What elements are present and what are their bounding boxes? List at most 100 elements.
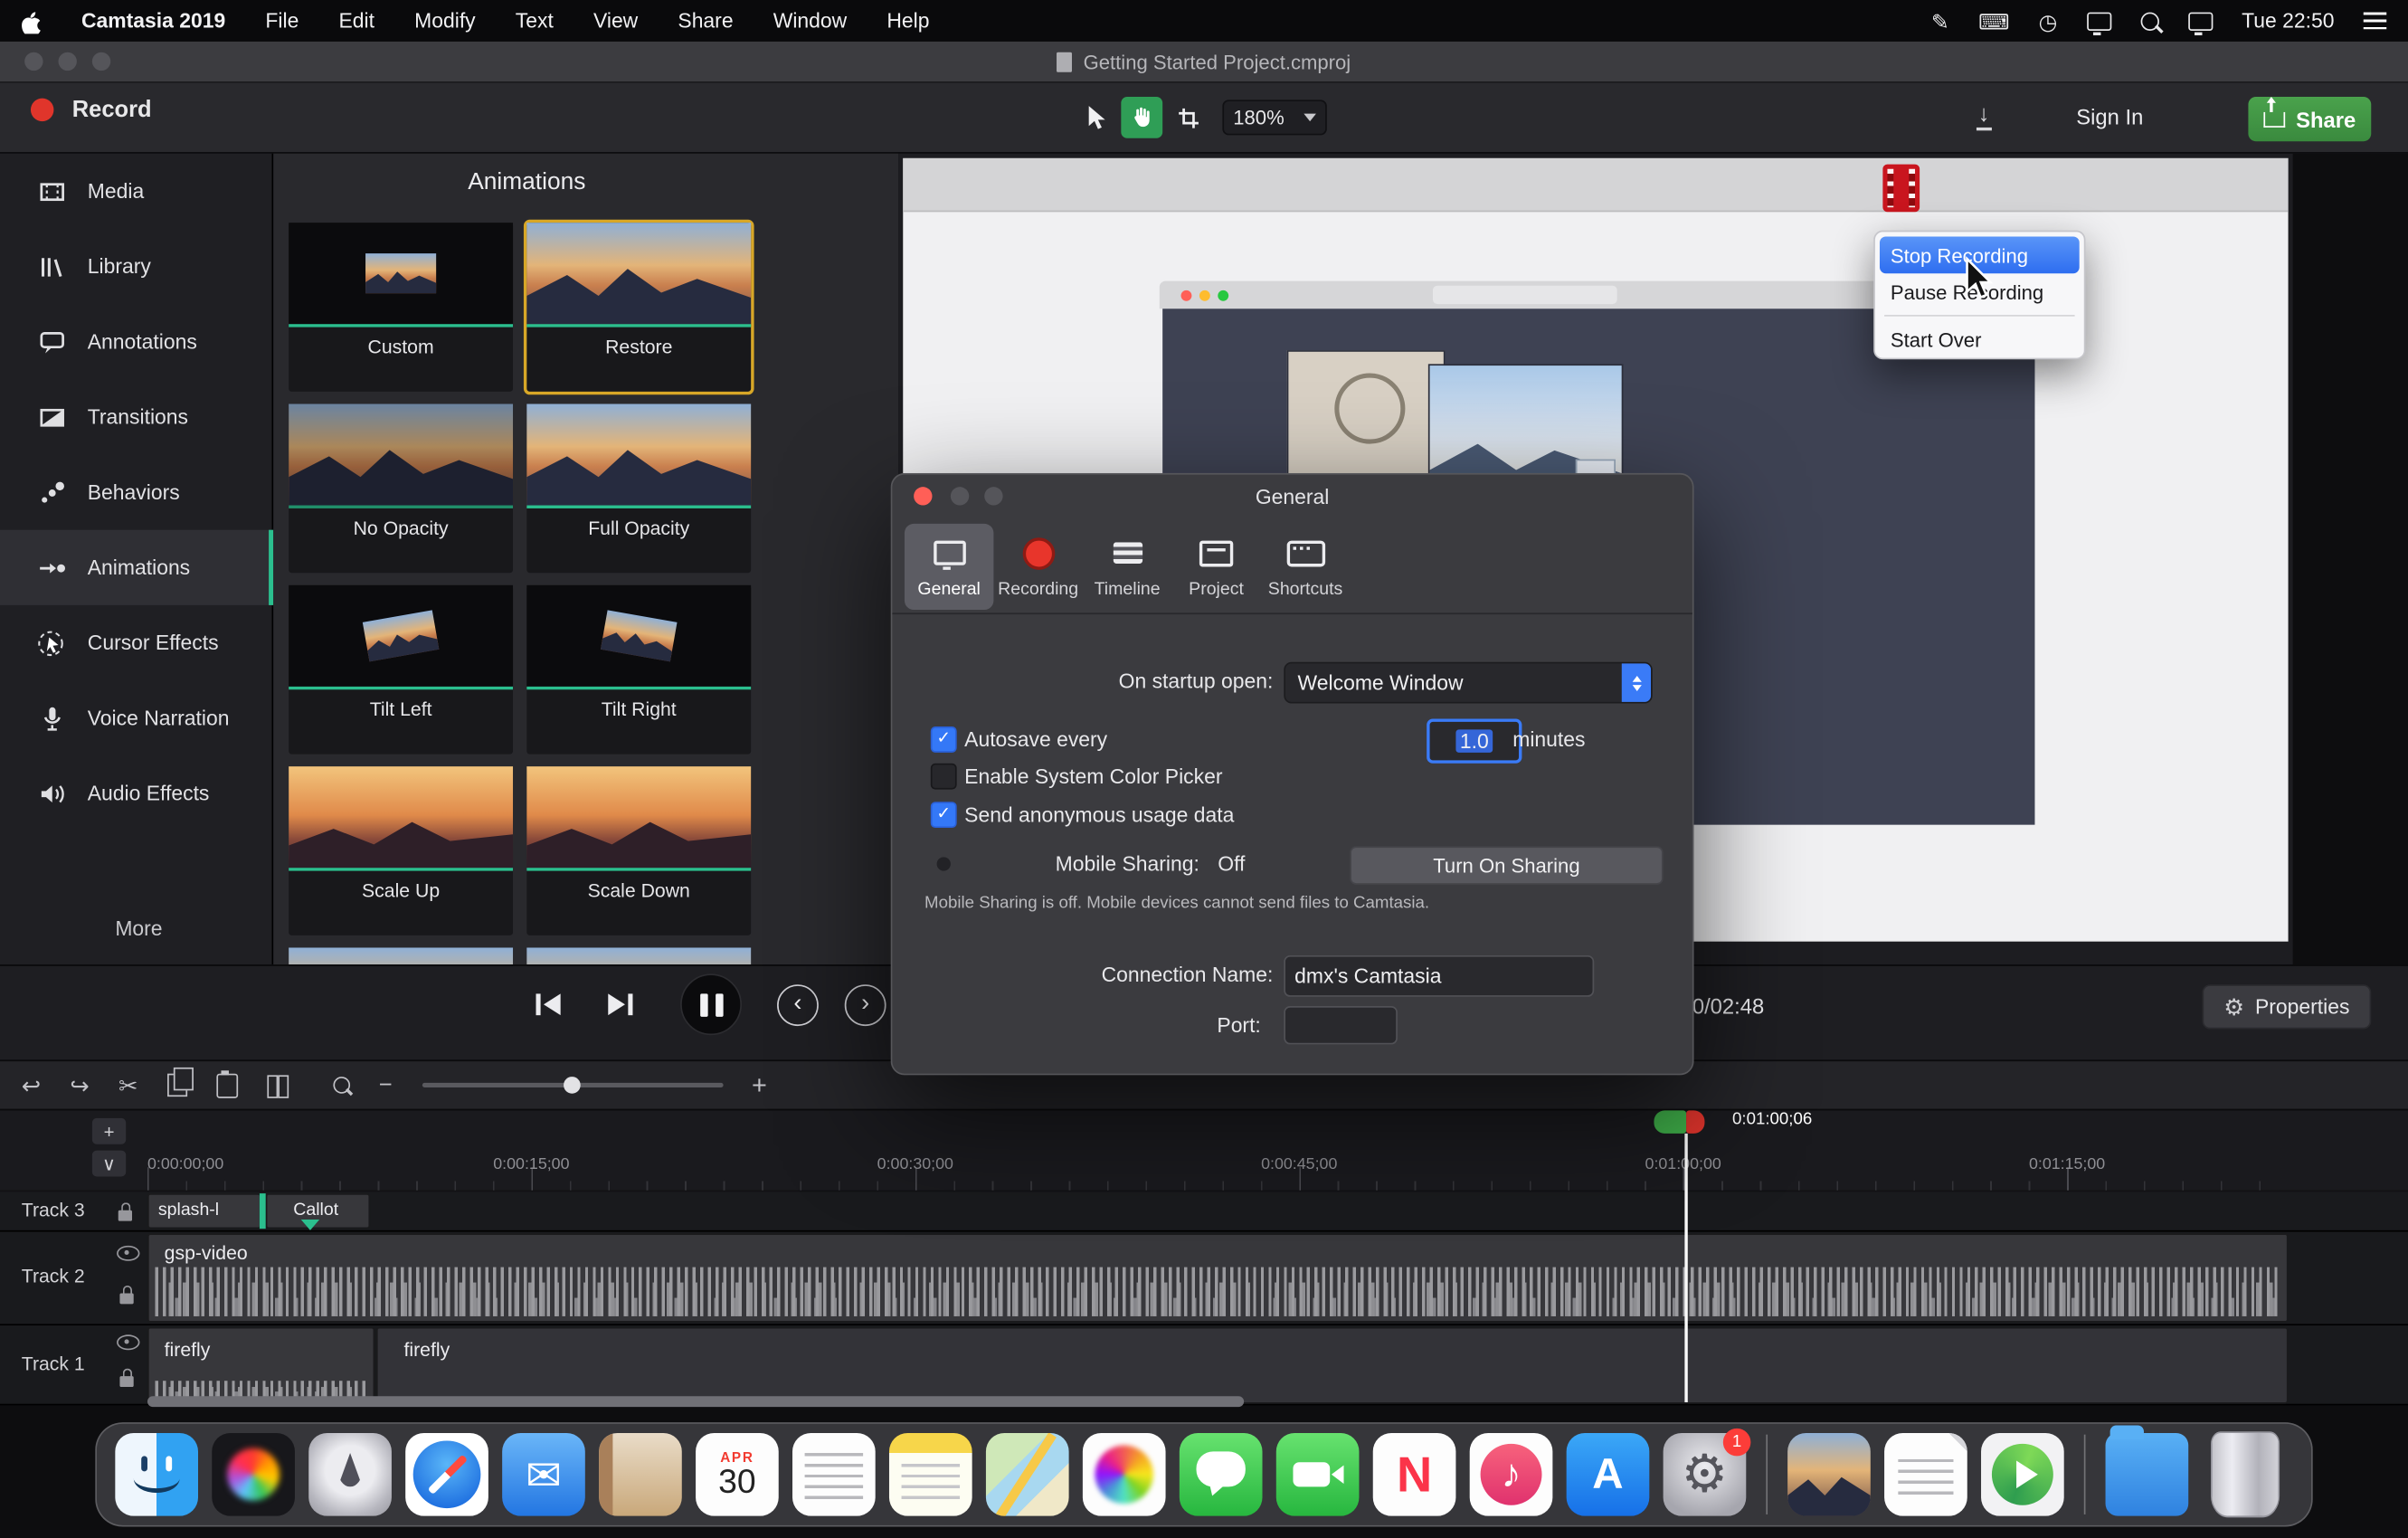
menu-help[interactable]: Help bbox=[886, 9, 929, 32]
prefs-tab-shortcuts[interactable]: Shortcuts bbox=[1261, 524, 1350, 610]
animation-card-restore[interactable]: Restore bbox=[526, 223, 751, 392]
keyboard-status-icon[interactable]: ⌨ bbox=[1978, 10, 2009, 32]
displays-status-icon[interactable] bbox=[2087, 12, 2111, 30]
eye-icon[interactable] bbox=[117, 1334, 139, 1350]
dock-calendar-icon[interactable]: APR 30 bbox=[696, 1433, 779, 1516]
eye-icon[interactable] bbox=[117, 1246, 139, 1261]
dock-document-file-icon[interactable] bbox=[1884, 1433, 1967, 1516]
dock-messages-icon[interactable] bbox=[1180, 1433, 1263, 1516]
download-button[interactable]: ↓ bbox=[1977, 101, 1991, 129]
apple-menu-icon[interactable] bbox=[22, 8, 42, 33]
dock-image-file-icon[interactable] bbox=[1787, 1433, 1871, 1516]
animation-card-scale-up[interactable]: Scale Up bbox=[289, 766, 513, 935]
animation-card-custom[interactable]: Custom bbox=[289, 223, 513, 392]
clip-splash[interactable]: splash-l bbox=[147, 1193, 261, 1229]
time-machine-status-icon[interactable]: ◷ bbox=[2039, 10, 2058, 32]
step-forward-button[interactable] bbox=[608, 993, 632, 1015]
callout-marker-icon[interactable] bbox=[301, 1220, 319, 1230]
sign-in-button[interactable]: Sign In bbox=[2076, 104, 2143, 128]
clip-trim-handle[interactable] bbox=[260, 1193, 266, 1229]
turn-on-sharing-button[interactable]: Turn On Sharing bbox=[1350, 846, 1663, 884]
animation-card-no-opacity[interactable]: No Opacity bbox=[289, 403, 513, 573]
dock-contacts-icon[interactable] bbox=[599, 1433, 682, 1516]
animation-card-partial[interactable] bbox=[289, 947, 513, 964]
menu-share[interactable]: Share bbox=[678, 9, 733, 32]
autosave-minutes-field[interactable]: 1.0 bbox=[1427, 719, 1522, 764]
step-back-button[interactable] bbox=[536, 993, 560, 1015]
sidebar-item-annotations[interactable]: Annotations bbox=[0, 304, 273, 379]
sidebar-item-animations[interactable]: Animations bbox=[0, 530, 273, 605]
record-button[interactable]: Record bbox=[31, 97, 152, 123]
port-field[interactable] bbox=[1284, 1006, 1398, 1044]
sidebar-item-media[interactable]: Media bbox=[0, 154, 273, 229]
zoom-out-button[interactable]: − bbox=[379, 1072, 393, 1098]
next-clip-button[interactable]: › bbox=[845, 984, 886, 1026]
menu-modify[interactable]: Modify bbox=[414, 9, 476, 32]
menu-view[interactable]: View bbox=[593, 9, 638, 32]
lock-icon[interactable] bbox=[119, 1293, 133, 1304]
paste-button[interactable] bbox=[216, 1073, 238, 1097]
sidecar-status-icon[interactable] bbox=[2188, 12, 2213, 30]
clip-firefly-1[interactable]: firefly bbox=[147, 1327, 374, 1404]
dock-app-store-icon[interactable] bbox=[1567, 1433, 1650, 1516]
properties-button[interactable]: ⚙ Properties bbox=[2203, 984, 2372, 1029]
canvas-zoom-select[interactable]: 180% bbox=[1222, 100, 1326, 135]
lock-icon[interactable] bbox=[119, 1376, 133, 1387]
menu-window[interactable]: Window bbox=[773, 9, 848, 32]
cut-button[interactable]: ✂ bbox=[119, 1071, 137, 1099]
timeline-horizontal-scrollbar[interactable] bbox=[147, 1396, 1244, 1407]
lock-icon[interactable] bbox=[119, 1210, 132, 1221]
timeline-zoom-slider[interactable] bbox=[422, 1083, 723, 1087]
copy-button[interactable] bbox=[167, 1074, 187, 1097]
dock-music-icon[interactable] bbox=[1470, 1433, 1553, 1516]
sidebar-item-cursor-effects[interactable]: Cursor Effects bbox=[0, 605, 273, 680]
add-track-button[interactable]: + bbox=[92, 1118, 126, 1144]
menu-bar-clock[interactable]: Tue 22:50 bbox=[2242, 9, 2334, 32]
dock-news-icon[interactable] bbox=[1373, 1433, 1456, 1516]
slider-handle[interactable] bbox=[563, 1076, 580, 1093]
connection-name-field[interactable]: dmx's Camtasia bbox=[1284, 955, 1594, 997]
dock-mail-icon[interactable]: ✉ bbox=[502, 1433, 585, 1516]
animation-card-scale-down[interactable]: Scale Down bbox=[526, 766, 751, 935]
dock-downloads-folder-icon[interactable] bbox=[2106, 1433, 2189, 1516]
prefs-tab-general[interactable]: General bbox=[905, 524, 993, 610]
sidebar-item-library[interactable]: Library bbox=[0, 229, 273, 304]
animation-card-tilt-left[interactable]: Tilt Left bbox=[289, 585, 513, 755]
notification-center-icon[interactable] bbox=[2364, 13, 2386, 30]
crop-tool[interactable] bbox=[1167, 97, 1209, 138]
dock-safari-icon[interactable] bbox=[405, 1433, 488, 1516]
menu-edit[interactable]: Edit bbox=[339, 9, 374, 32]
sidebar-more-button[interactable]: More bbox=[115, 917, 162, 940]
dock-siri-icon[interactable] bbox=[212, 1433, 295, 1516]
pen-status-icon[interactable]: ✎ bbox=[1931, 10, 1949, 32]
pause-button[interactable] bbox=[680, 973, 742, 1035]
dock-photos-icon[interactable] bbox=[1083, 1433, 1166, 1516]
prefs-tab-project[interactable]: Project bbox=[1171, 524, 1260, 610]
dock-finder-icon[interactable] bbox=[115, 1433, 198, 1516]
usage-data-checkbox[interactable] bbox=[931, 802, 957, 828]
menu-item-start-over[interactable]: Start Over bbox=[1875, 321, 2084, 358]
zoom-in-button[interactable]: + bbox=[752, 1069, 767, 1100]
edit-cursor-tool[interactable] bbox=[1075, 97, 1116, 138]
animation-card-full-opacity[interactable]: Full Opacity bbox=[526, 403, 751, 573]
pan-hand-tool[interactable] bbox=[1121, 97, 1162, 138]
undo-button[interactable]: ↩ bbox=[22, 1071, 41, 1099]
dock-facetime-icon[interactable] bbox=[1276, 1433, 1360, 1516]
timeline-ruler[interactable]: + ∨ 0:00:00;00 0:00:15;00 0:00:30;00 0:0… bbox=[0, 1109, 2408, 1191]
startup-open-dropdown[interactable]: Welcome Window bbox=[1284, 662, 1652, 704]
spotlight-search-icon[interactable] bbox=[2140, 12, 2158, 30]
clip-firefly-2[interactable]: firefly bbox=[376, 1327, 2289, 1404]
dock-notes-icon[interactable] bbox=[889, 1433, 972, 1516]
animation-card-tilt-right[interactable]: Tilt Right bbox=[526, 585, 751, 755]
autosave-checkbox[interactable] bbox=[931, 726, 957, 753]
playhead-in-handle[interactable] bbox=[1654, 1110, 1686, 1133]
dock-system-preferences-icon[interactable]: 1 bbox=[1664, 1433, 1747, 1516]
split-button[interactable] bbox=[267, 1075, 289, 1095]
previous-clip-button[interactable]: ‹ bbox=[777, 984, 819, 1026]
sidebar-item-transitions[interactable]: Transitions bbox=[0, 379, 273, 454]
sidebar-item-behaviors[interactable]: Behaviors bbox=[0, 455, 273, 530]
prefs-tab-recording[interactable]: Recording bbox=[993, 524, 1082, 610]
app-menu-title[interactable]: Camtasia 2019 bbox=[81, 9, 225, 32]
dock-trash-icon[interactable] bbox=[2211, 1431, 2280, 1517]
playhead-line[interactable] bbox=[1684, 1134, 1687, 1402]
